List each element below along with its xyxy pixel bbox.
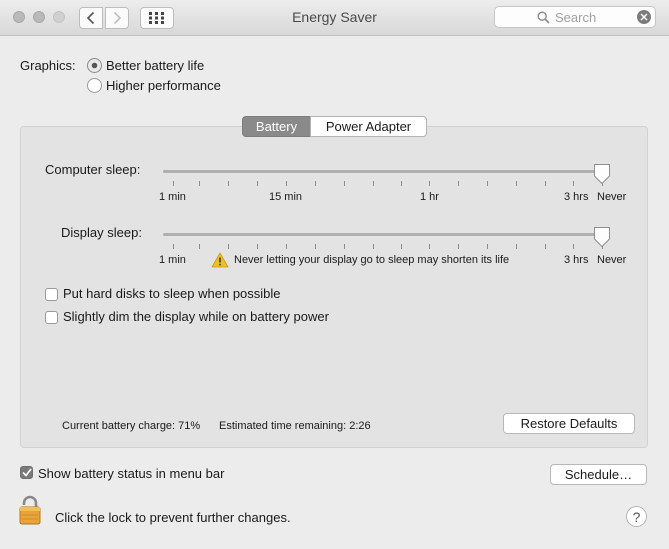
dim-display-checkbox[interactable] (45, 311, 58, 324)
computer-sleep-label-3hrs: 3 hrs (564, 191, 589, 203)
higher-performance-radio[interactable] (87, 78, 102, 93)
computer-sleep-label: Computer sleep: (45, 162, 141, 177)
display-sleep-label-1min: 1 min (159, 254, 186, 266)
display-sleep-warning: Never letting your display go to sleep m… (234, 254, 510, 266)
slider-tick (429, 181, 430, 186)
computer-sleep-label-1min: 1 min (159, 191, 186, 203)
schedule-button[interactable]: Schedule… (550, 464, 647, 485)
display-sleep-label: Display sleep: (61, 225, 142, 240)
search-icon (537, 11, 550, 24)
tab-battery[interactable]: Battery (242, 116, 311, 137)
slider-tick (199, 181, 200, 186)
slider-tick (545, 181, 546, 186)
tab-power-adapter[interactable]: Power Adapter (310, 116, 427, 137)
slider-tick (487, 181, 488, 186)
computer-sleep-thumb[interactable] (593, 163, 611, 185)
show-battery-status-checkbox[interactable] (20, 466, 33, 479)
clear-icon[interactable] (637, 10, 651, 24)
dim-display-label[interactable]: Slightly dim the display while on batter… (63, 309, 329, 324)
slider-tick (516, 244, 517, 249)
display-sleep-label-never: Never (597, 254, 627, 266)
slider-tick (286, 181, 287, 186)
slider-tick (458, 244, 459, 249)
slider-tick (315, 244, 316, 249)
slider-tick (344, 181, 345, 186)
slider-tick (344, 244, 345, 249)
search-field[interactable]: Search (494, 6, 656, 28)
slider-tick (573, 244, 574, 249)
checkmark-icon (21, 468, 32, 477)
energy-saver-window: Energy Saver Search Graphics: Better bat… (0, 0, 669, 549)
slider-tick (228, 244, 229, 249)
slider-tick (257, 181, 258, 186)
search-placeholder: Search (555, 10, 597, 25)
help-button[interactable]: ? (626, 506, 647, 527)
slider-tick (458, 181, 459, 186)
hard-disks-label[interactable]: Put hard disks to sleep when possible (63, 286, 281, 301)
slider-tick (286, 244, 287, 249)
title-bar: Energy Saver Search (0, 0, 669, 36)
display-sleep-thumb[interactable] (593, 226, 611, 248)
slider-tick (173, 244, 174, 249)
better-battery-label[interactable]: Better battery life (106, 58, 204, 73)
slider-tick (429, 244, 430, 249)
restore-defaults-button[interactable]: Restore Defaults (503, 413, 635, 434)
warning-icon (211, 252, 229, 268)
slider-tick (173, 181, 174, 186)
slider-tick (573, 181, 574, 186)
higher-performance-label[interactable]: Higher performance (106, 78, 221, 93)
computer-sleep-label-15min: 15 min (269, 191, 303, 203)
slider-tick (373, 244, 374, 249)
slider-tick (228, 181, 229, 186)
graphics-label: Graphics: (20, 58, 76, 73)
display-sleep-slider[interactable] (163, 233, 609, 236)
slider-tick (401, 244, 402, 249)
show-battery-status-label[interactable]: Show battery status in menu bar (38, 466, 224, 481)
computer-sleep-label-never: Never (597, 191, 627, 203)
hard-disks-checkbox[interactable] (45, 288, 58, 301)
slider-tick (545, 244, 546, 249)
slider-tick (487, 244, 488, 249)
slider-tick (199, 244, 200, 249)
lock-icon[interactable] (18, 494, 42, 526)
lock-message: Click the lock to prevent further change… (55, 510, 291, 525)
battery-charge-status: Current battery charge: 71% (62, 420, 201, 432)
slider-tick (315, 181, 316, 186)
computer-sleep-label-1hr: 1 hr (420, 191, 439, 203)
slider-tick (516, 181, 517, 186)
computer-sleep-slider[interactable] (163, 170, 609, 173)
slider-tick (401, 181, 402, 186)
slider-tick (373, 181, 374, 186)
slider-tick (257, 244, 258, 249)
display-sleep-label-3hrs: 3 hrs (564, 254, 589, 266)
better-battery-radio[interactable] (87, 58, 102, 73)
time-remaining-status: Estimated time remaining: 2:26 (219, 420, 371, 432)
